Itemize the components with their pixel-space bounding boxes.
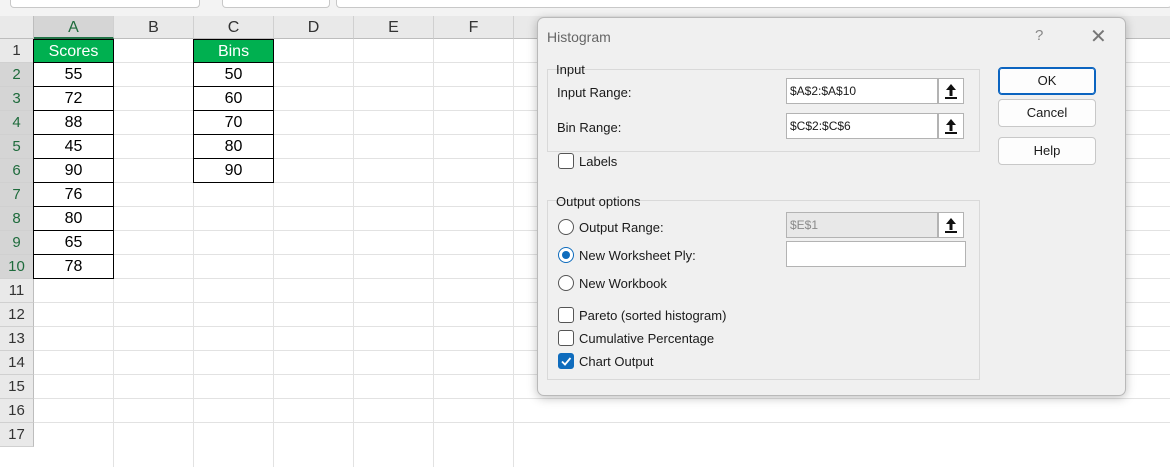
score-cell[interactable]: 72 xyxy=(33,87,114,111)
input-group-label: Input xyxy=(556,62,585,77)
column-header-e[interactable]: E xyxy=(354,16,434,39)
pareto-checkbox[interactable] xyxy=(558,307,574,323)
gridline xyxy=(34,398,1170,399)
score-cell[interactable]: 78 xyxy=(33,255,114,279)
column-header-b[interactable]: B xyxy=(114,16,194,39)
help-button[interactable]: Help xyxy=(998,137,1096,165)
gridline xyxy=(433,39,434,467)
bin-range-collapse-button[interactable] xyxy=(938,113,964,139)
output-range-radio[interactable] xyxy=(558,219,574,235)
pareto-checkbox-label[interactable]: Pareto (sorted histogram) xyxy=(579,308,726,323)
gridline xyxy=(513,39,514,467)
help-icon[interactable]: ? xyxy=(1035,27,1043,44)
collapse-dialog-arrow-icon xyxy=(945,119,957,134)
score-cell[interactable]: 65 xyxy=(33,231,114,255)
row-header-13[interactable]: 13 xyxy=(0,327,34,351)
bin-cell[interactable]: 60 xyxy=(193,87,274,111)
column-header-f[interactable]: F xyxy=(434,16,514,39)
new-workbook-radio[interactable] xyxy=(558,275,574,291)
output-range-collapse-button[interactable] xyxy=(938,212,964,238)
column-header-c[interactable]: C xyxy=(194,16,274,39)
checkmark-icon xyxy=(561,357,572,366)
score-cell[interactable]: 45 xyxy=(33,135,114,159)
formula-input[interactable] xyxy=(336,0,1170,8)
score-cell[interactable]: 80 xyxy=(33,207,114,231)
new-worksheet-ply-field[interactable] xyxy=(786,241,966,267)
bin-range-field[interactable]: $C$2:$C$6 xyxy=(786,113,938,139)
new-worksheet-ply-label[interactable]: New Worksheet Ply: xyxy=(579,248,696,263)
row-header-10[interactable]: 10 xyxy=(0,255,34,279)
score-cell[interactable]: 55 xyxy=(33,63,114,87)
name-box[interactable] xyxy=(10,0,200,8)
row-header-5[interactable]: 5 xyxy=(0,135,34,159)
collapse-dialog-arrow-icon xyxy=(945,84,957,99)
bin-cell[interactable]: 70 xyxy=(193,111,274,135)
output-options-label: Output options xyxy=(556,194,641,209)
row-header-15[interactable]: 15 xyxy=(0,375,34,399)
ok-button[interactable]: OK xyxy=(998,67,1096,95)
bins-header-cell[interactable]: Bins xyxy=(193,39,274,63)
bin-cell[interactable]: 90 xyxy=(193,159,274,183)
cumulative-percentage-label[interactable]: Cumulative Percentage xyxy=(579,331,714,346)
bin-cell[interactable]: 50 xyxy=(193,63,274,87)
row-header-2[interactable]: 2 xyxy=(0,63,34,87)
cancel-button[interactable]: Cancel xyxy=(998,99,1096,127)
dialog-title: Histogram xyxy=(547,29,611,45)
scores-header-cell[interactable]: Scores xyxy=(33,39,114,63)
cumulative-percentage-checkbox[interactable] xyxy=(558,330,574,346)
score-cell[interactable]: 90 xyxy=(33,159,114,183)
row-header-1[interactable]: 1 xyxy=(0,39,34,63)
column-header-d[interactable]: D xyxy=(274,16,354,39)
labels-checkbox[interactable] xyxy=(558,153,574,169)
row-header-12[interactable]: 12 xyxy=(0,303,34,327)
input-range-collapse-button[interactable] xyxy=(938,78,964,104)
input-range-field[interactable]: $A$2:$A$10 xyxy=(786,78,938,104)
column-header-a[interactable]: A xyxy=(34,16,114,39)
row-header-7[interactable]: 7 xyxy=(0,183,34,207)
labels-checkbox-label[interactable]: Labels xyxy=(579,154,617,169)
formula-buttons[interactable] xyxy=(222,0,330,8)
score-cell[interactable]: 88 xyxy=(33,111,114,135)
histogram-dialog: Histogram ? ✕ Input Input Range: $A$2:$A… xyxy=(537,17,1126,396)
select-all-corner[interactable] xyxy=(0,16,34,39)
close-icon[interactable]: ✕ xyxy=(1090,24,1107,49)
row-header-16[interactable]: 16 xyxy=(0,399,34,423)
score-cell[interactable]: 76 xyxy=(33,183,114,207)
output-range-field[interactable]: $E$1 xyxy=(786,212,938,238)
row-header-6[interactable]: 6 xyxy=(0,159,34,183)
new-workbook-label[interactable]: New Workbook xyxy=(579,276,667,291)
chart-output-label[interactable]: Chart Output xyxy=(579,354,653,369)
chart-output-checkbox[interactable] xyxy=(558,353,574,369)
row-header-11[interactable]: 11 xyxy=(0,279,34,303)
formula-bar-area xyxy=(0,0,1170,17)
row-header-17[interactable]: 17 xyxy=(0,423,34,447)
input-range-label: Input Range: xyxy=(557,85,632,100)
bin-range-label: Bin Range: xyxy=(557,120,622,135)
row-header-9[interactable]: 9 xyxy=(0,231,34,255)
output-range-label[interactable]: Output Range: xyxy=(579,220,664,235)
bin-cell[interactable]: 80 xyxy=(193,135,274,159)
gridline xyxy=(353,39,354,467)
row-header-4[interactable]: 4 xyxy=(0,111,34,135)
row-header-8[interactable]: 8 xyxy=(0,207,34,231)
new-worksheet-ply-radio[interactable] xyxy=(558,247,574,263)
row-header-3[interactable]: 3 xyxy=(0,87,34,111)
row-header-14[interactable]: 14 xyxy=(0,351,34,375)
gridline xyxy=(34,422,1170,423)
collapse-dialog-arrow-icon xyxy=(945,218,957,233)
